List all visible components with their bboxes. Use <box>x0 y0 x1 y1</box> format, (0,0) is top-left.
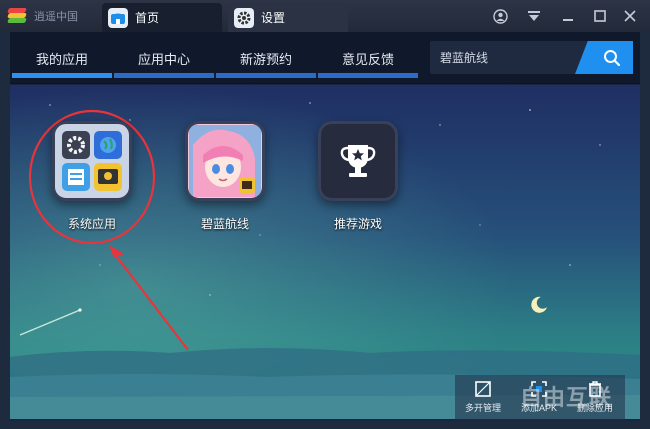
search-box <box>430 41 633 74</box>
search-input[interactable] <box>440 48 580 66</box>
app-recommended-games[interactable]: 推荐游戏 <box>298 121 418 232</box>
tab-my-apps[interactable]: 我的应用 <box>12 43 112 78</box>
tab-app-center[interactable]: 应用中心 <box>114 43 214 78</box>
desktop-area: 系统应用 碧蓝航线 推荐游戏 <box>10 85 640 419</box>
multi-instance-button[interactable]: 多开管理 <box>455 377 511 414</box>
dropdown-icon[interactable] <box>524 6 544 26</box>
app-recommended-games-label: 推荐游戏 <box>333 217 382 231</box>
tab-feedback[interactable]: 意见反馈 <box>318 43 418 78</box>
tab-home[interactable]: 首页 <box>102 3 222 32</box>
nav-bar: 我的应用 应用中心 新游预约 意见反馈 <box>0 32 650 84</box>
tab-new-games-label: 新游预约 <box>239 51 292 67</box>
brand-text: 逍遥中国 <box>34 11 78 23</box>
azur-lane-game-icon <box>185 121 265 201</box>
tab-app-center-label: 应用中心 <box>137 51 190 67</box>
maximize-icon[interactable] <box>590 6 610 26</box>
home-icon <box>108 7 128 28</box>
system-apps-folder-icon <box>52 121 132 201</box>
watermark: 自由互联 <box>520 385 613 410</box>
tab-settings-label: 设置 <box>261 11 286 25</box>
app-azur-lane[interactable]: 碧蓝航线 <box>165 121 285 232</box>
multi-instance-label: 多开管理 <box>464 403 501 413</box>
tab-my-apps-label: 我的应用 <box>35 51 88 67</box>
tab-feedback-label: 意见反馈 <box>341 51 394 67</box>
multi-instance-icon <box>455 377 511 401</box>
brand: 逍遥中国 <box>6 7 78 25</box>
app-azur-lane-label: 碧蓝航线 <box>200 217 249 231</box>
brand-logo-icon <box>6 8 28 24</box>
user-icon[interactable] <box>490 6 510 26</box>
tab-settings[interactable]: 设置 <box>228 3 348 32</box>
search-icon <box>604 49 621 66</box>
tab-new-games[interactable]: 新游预约 <box>216 43 316 78</box>
app-system-apps[interactable]: 系统应用 <box>32 121 152 232</box>
minimize-icon[interactable] <box>558 6 578 26</box>
search-button[interactable] <box>575 41 633 74</box>
close-icon[interactable] <box>620 6 640 26</box>
gear-icon <box>234 7 254 28</box>
app-system-apps-label: 系统应用 <box>67 217 116 231</box>
tab-home-label: 首页 <box>135 11 160 25</box>
trophy-icon <box>318 121 398 201</box>
title-bar: 逍遥中国 首页 设置 <box>0 0 650 32</box>
